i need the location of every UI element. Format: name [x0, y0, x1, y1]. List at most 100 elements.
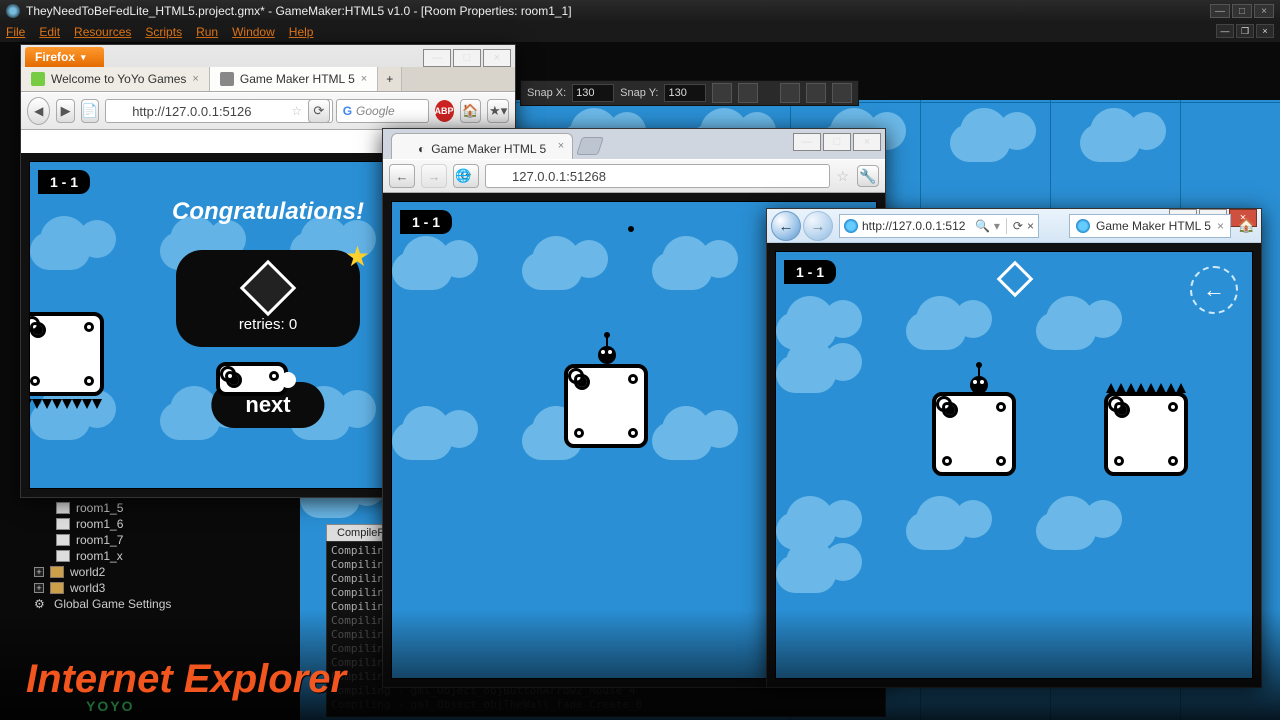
snap-x-input[interactable]: [572, 84, 614, 102]
search-icon[interactable]: 🔍: [975, 219, 990, 233]
player-icon: [970, 372, 990, 392]
gamemaker-titlebar: TheyNeedToBeFedLite_HTML5.project.gmx* -…: [0, 0, 1280, 22]
maximize-button[interactable]: □: [823, 133, 851, 151]
tree-room[interactable]: room1_x: [10, 548, 310, 564]
chrome-tab-strip: — □ × ◐ Game Maker HTML 5 ×: [383, 129, 885, 159]
bookmark-star-icon[interactable]: ☆: [291, 104, 302, 118]
grid-show-icon[interactable]: [712, 83, 732, 103]
wrench-icon[interactable]: 🔧: [857, 165, 879, 187]
room-snap-toolbar: Snap X: Snap Y:: [520, 80, 859, 106]
menu-scripts[interactable]: Scripts: [145, 25, 182, 39]
back-button[interactable]: ←: [771, 211, 801, 241]
folder-icon: [50, 566, 64, 578]
home-button[interactable]: 🏠: [1238, 217, 1255, 234]
ie-tab[interactable]: Game Maker HTML 5 ×: [1069, 214, 1231, 238]
close-button[interactable]: ×: [1254, 4, 1274, 18]
yoyo-logo-text: YOYO: [86, 698, 134, 714]
tree-folder[interactable]: +world3: [10, 580, 310, 596]
menu-file[interactable]: File: [6, 25, 25, 39]
forward-button[interactable]: ▶: [56, 99, 74, 123]
game-block: [29, 312, 104, 396]
mdi-window-controls: — ❐ ×: [1216, 24, 1274, 38]
expand-icon[interactable]: +: [34, 583, 44, 593]
chrome-tab[interactable]: ◐ Game Maker HTML 5 ×: [391, 133, 573, 159]
mdi-restore[interactable]: ❐: [1236, 24, 1254, 38]
back-button[interactable]: ←: [389, 164, 415, 188]
home-button[interactable]: 🏠: [460, 99, 482, 123]
reload-button[interactable]: ⟳: [308, 99, 330, 123]
game-canvas-ie[interactable]: 1 - 1 ←: [775, 251, 1253, 679]
chrome-new-tab-button[interactable]: [576, 137, 604, 155]
tree-global-settings[interactable]: ⚙Global Game Settings: [10, 596, 310, 612]
room-icon: [56, 518, 70, 530]
game-dot: [628, 226, 634, 232]
ie-url-input[interactable]: http://127.0.0.1:512 🔍 ▾ ⟳ ×: [839, 214, 1039, 238]
firefox-tab-active[interactable]: Game Maker HTML 5×: [210, 67, 378, 91]
close-tab-icon[interactable]: ×: [558, 140, 564, 152]
close-button[interactable]: ×: [853, 133, 881, 151]
snap-y-input[interactable]: [664, 84, 706, 102]
game-block: [216, 362, 288, 396]
menu-help[interactable]: Help: [289, 25, 314, 39]
resource-tree[interactable]: room1_5 room1_6 room1_7 room1_x +world2 …: [10, 500, 310, 612]
game-block: [1104, 392, 1188, 476]
chrome-window-controls: — □ ×: [793, 133, 881, 151]
ie-toolbar: — □ × ← → http://127.0.0.1:512 🔍 ▾ ⟳ × G…: [767, 209, 1261, 243]
chevron-down-icon[interactable]: ▾: [994, 219, 1000, 233]
minimize-button[interactable]: —: [423, 49, 451, 67]
firefox-search-input[interactable]: GGoogle: [336, 99, 429, 123]
result-panel: ★ retries: 0: [176, 250, 360, 347]
tree-folder[interactable]: +world2: [10, 564, 310, 580]
room-icon: [56, 550, 70, 562]
firefox-tab[interactable]: Welcome to YoYo Games×: [21, 67, 210, 91]
menu-resources[interactable]: Resources: [74, 25, 131, 39]
firefox-menu-button[interactable]: Firefox: [25, 47, 104, 67]
close-tab-icon[interactable]: ×: [1217, 219, 1224, 233]
minimize-button[interactable]: —: [1210, 4, 1230, 18]
spikes-icon: [29, 398, 108, 408]
forward-button[interactable]: →: [421, 164, 447, 188]
diamond-icon: [997, 261, 1034, 298]
grid-iso-icon[interactable]: [738, 83, 758, 103]
game-block: [564, 364, 648, 448]
menu-window[interactable]: Window: [232, 25, 275, 39]
tree-room[interactable]: room1_6: [10, 516, 310, 532]
chrome-toolbar: ← → ⟳ 🌐 ☆ 🔧: [383, 159, 885, 193]
player-icon: [598, 342, 618, 362]
adblock-icon[interactable]: ABP: [435, 100, 454, 122]
forward-button[interactable]: →: [803, 211, 833, 241]
zoom-reset-icon[interactable]: [806, 83, 826, 103]
maximize-button[interactable]: □: [453, 49, 481, 67]
chrome-url-input[interactable]: [485, 164, 830, 188]
bookmark-star-icon[interactable]: ☆: [836, 168, 849, 185]
close-tab-icon[interactable]: ×: [361, 73, 367, 85]
close-button[interactable]: ×: [483, 49, 511, 67]
back-button[interactable]: ◀: [27, 97, 50, 125]
zoom-out-icon[interactable]: [780, 83, 800, 103]
ie-window[interactable]: — □ × ← → http://127.0.0.1:512 🔍 ▾ ⟳ × G…: [766, 208, 1262, 688]
maximize-button[interactable]: □: [1232, 4, 1252, 18]
menu-run[interactable]: Run: [196, 25, 218, 39]
level-badge: 1 - 1: [784, 260, 836, 284]
zoom-in-icon[interactable]: [832, 83, 852, 103]
globe-icon: 🌐: [455, 168, 471, 184]
firefox-tab-strip: Welcome to YoYo Games× Game Maker HTML 5…: [21, 67, 515, 92]
folder-icon: [50, 582, 64, 594]
minimize-button[interactable]: —: [793, 133, 821, 151]
mdi-minimize[interactable]: —: [1216, 24, 1234, 38]
tree-room[interactable]: room1_7: [10, 532, 310, 548]
close-tab-icon[interactable]: ×: [192, 73, 198, 85]
bookmarks-button[interactable]: ★▾: [487, 99, 509, 123]
ie-logo-icon: [844, 219, 858, 233]
menu-edit[interactable]: Edit: [39, 25, 60, 39]
room-icon: [56, 502, 70, 514]
stop-button[interactable]: ×: [1027, 219, 1034, 233]
firefox-new-tab-button[interactable]: +: [378, 67, 402, 91]
favicon-icon: [220, 72, 234, 86]
gear-icon: ⚙: [34, 597, 48, 611]
mdi-close[interactable]: ×: [1256, 24, 1274, 38]
favicon-icon: ◐: [418, 142, 425, 156]
reload-button[interactable]: ⟳: [1013, 219, 1023, 233]
expand-icon[interactable]: +: [34, 567, 44, 577]
tree-room[interactable]: room1_5: [10, 500, 310, 516]
